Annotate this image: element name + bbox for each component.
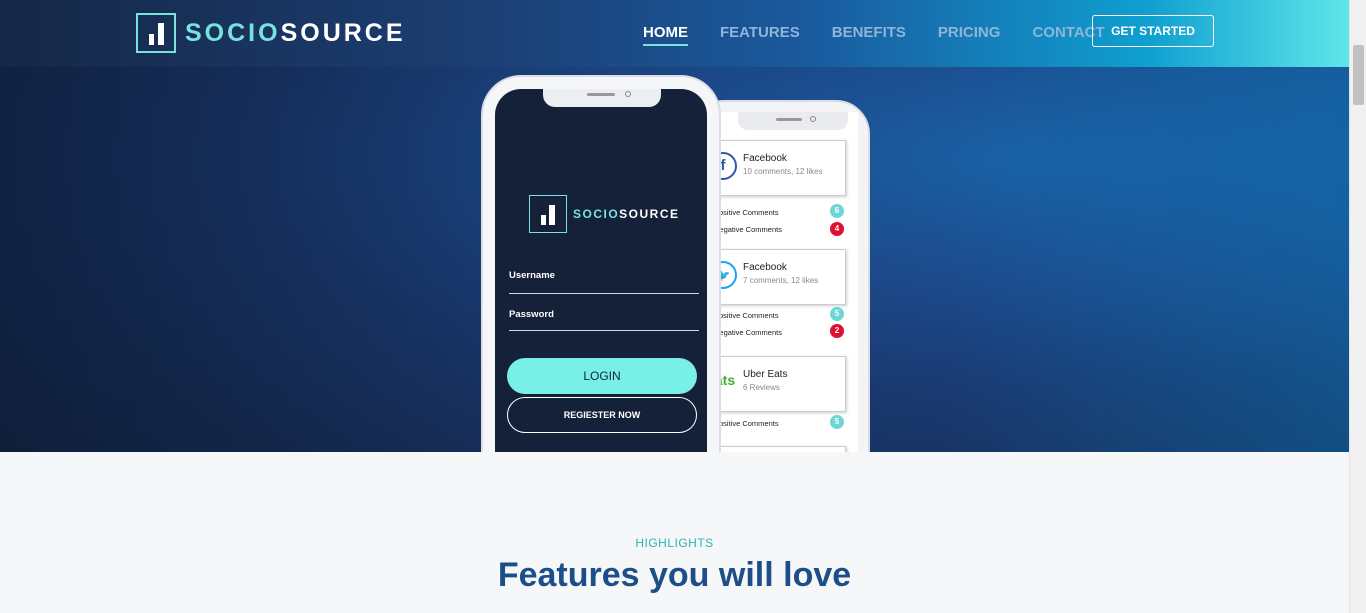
password-label: Password xyxy=(509,309,554,320)
main-nav: HOME FEATURES BENEFITS PRICING CONTACT xyxy=(643,24,1137,46)
positive-comments-label: Positive Comments xyxy=(714,208,779,217)
card-title: Uber Eats xyxy=(743,369,788,380)
social-card-uber-eats: ats Uber Eats 6 Reviews xyxy=(712,356,846,412)
password-field[interactable] xyxy=(509,330,699,331)
negative-count-badge: 2 xyxy=(830,324,844,338)
logo-text-part1: SOCIO xyxy=(185,18,281,47)
positive-comments-label: Positive Comments xyxy=(714,419,779,428)
page-scrollbar[interactable] xyxy=(1349,0,1366,613)
social-card xyxy=(712,446,846,452)
section-eyebrow: HIGHLIGHTS xyxy=(635,536,714,550)
nav-benefits[interactable]: BENEFITS xyxy=(832,24,906,46)
top-navbar: SOCIOSOURCE HOME FEATURES BENEFITS PRICI… xyxy=(0,0,1349,67)
positive-count-badge: 5 xyxy=(830,415,844,429)
logo-text-part2: SOURCE xyxy=(280,18,406,47)
get-started-button[interactable]: GET STARTED xyxy=(1092,15,1214,47)
card-subtitle: 10 comments, 12 likes xyxy=(743,167,823,176)
card-title: Facebook xyxy=(743,153,787,164)
phone-notch xyxy=(738,112,848,130)
scrollbar-thumb[interactable] xyxy=(1353,45,1364,105)
card-subtitle: 7 comments, 12 likes xyxy=(743,276,819,285)
social-card-twitter: 🐦 Facebook 7 comments, 12 likes xyxy=(709,249,846,305)
bar-chart-icon xyxy=(136,13,176,53)
nav-pricing[interactable]: PRICING xyxy=(938,24,1001,46)
app-logo: SOCIOSOURCE xyxy=(529,195,680,233)
positive-comments-label: Positive Comments xyxy=(714,311,779,320)
username-field[interactable] xyxy=(509,293,699,294)
card-subtitle: 6 Reviews xyxy=(743,383,780,392)
username-label: Username xyxy=(509,270,555,281)
nav-home[interactable]: HOME xyxy=(643,24,688,46)
login-button[interactable]: LOGIN xyxy=(507,358,697,394)
register-button[interactable]: REGIESTER NOW xyxy=(507,397,697,433)
bar-chart-icon xyxy=(529,195,567,233)
feed-screen: f Facebook 10 comments, 12 likes Positiv… xyxy=(708,112,858,452)
nav-features[interactable]: FEATURES xyxy=(720,24,800,46)
app-logo-text-part2: SOURCE xyxy=(619,207,680,221)
section-heading: Features you will love xyxy=(497,556,852,594)
negative-count-badge: 4 xyxy=(830,222,844,236)
negative-comments-label: Negative Comments xyxy=(714,328,782,337)
positive-count-badge: 6 xyxy=(830,204,844,218)
phone-login-mockup: SOCIOSOURCE Username Password LOGIN REGI… xyxy=(481,75,721,452)
card-title: Facebook xyxy=(743,262,787,273)
hero-section: f Facebook 10 comments, 12 likes Positiv… xyxy=(0,0,1349,452)
app-logo-text-part1: SOCIO xyxy=(573,207,620,221)
login-screen: SOCIOSOURCE Username Password LOGIN REGI… xyxy=(495,89,707,452)
phone-notch xyxy=(543,89,661,107)
social-card-facebook: f Facebook 10 comments, 12 likes xyxy=(709,140,846,196)
highlights-section: HIGHLIGHTS Features you will love xyxy=(0,536,1349,595)
site-logo[interactable]: SOCIOSOURCE xyxy=(136,13,406,53)
negative-comments-label: Negative Comments xyxy=(714,225,782,234)
positive-count-badge: 5 xyxy=(830,307,844,321)
